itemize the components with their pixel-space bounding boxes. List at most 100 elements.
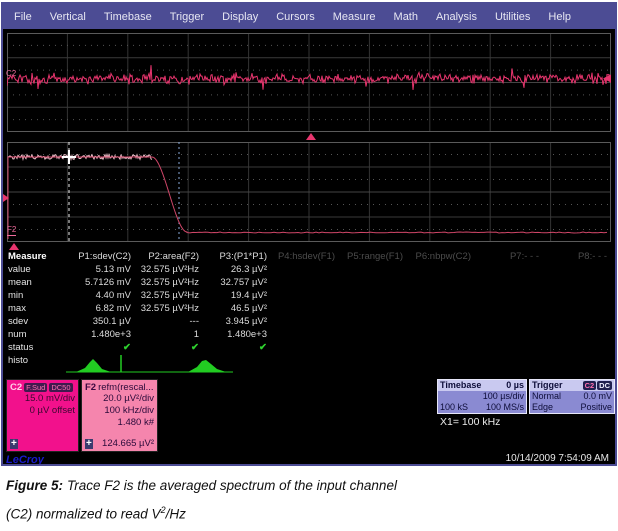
c2-mode-badge: F.Sud	[24, 383, 47, 392]
measure-value-p3: 19.4 µV²	[199, 289, 267, 302]
trigger-source-badge: C2	[583, 381, 597, 390]
measure-row-label: max	[5, 302, 63, 315]
menu-item-cursors[interactable]: Cursors	[267, 11, 324, 23]
status-check-icon	[335, 341, 403, 354]
f2-descriptor-box[interactable]: F2 refm(rescal... 20.0 µV²/div 100 kHz/d…	[81, 379, 158, 452]
c2-descriptor-box[interactable]: C2 F.Sud DC50 15.0 mV/div 0 µV offset +	[6, 379, 79, 452]
f2-trace-id: F2	[85, 382, 96, 393]
measure-value-p7	[471, 289, 539, 302]
measure-value-p8	[539, 276, 607, 289]
measure-value-p6	[403, 302, 471, 315]
menu-item-timebase[interactable]: Timebase	[95, 11, 161, 23]
menu-item-math[interactable]: Math	[385, 11, 427, 23]
f2-sweep-count: 1.480 k#	[85, 417, 154, 429]
measure-value-p4	[267, 263, 335, 276]
measure-value-p5	[335, 276, 403, 289]
measure-value-p3: 46.5 µV²	[199, 302, 267, 315]
trigger-title: Trigger	[532, 380, 563, 391]
measure-row-label: min	[5, 289, 63, 302]
trigger-coupling-badge: DC	[597, 381, 612, 390]
oscilloscope-screenshot: FileVerticalTimebaseTriggerDisplayCursor…	[1, 2, 617, 466]
f2-function-desc: refm(rescal...	[98, 382, 153, 393]
f2-level-marker-icon	[3, 194, 9, 202]
measure-value-p2: 32.575 µV²Hz	[131, 276, 199, 289]
c2-trace-svg	[7, 33, 611, 132]
trigger-time-marker-icon[interactable]	[306, 133, 316, 140]
f2-spectrum-graph[interactable]	[7, 142, 611, 242]
measure-value-p6	[403, 315, 471, 328]
c2-waveform-graph[interactable]	[7, 33, 611, 132]
measure-value-p4	[267, 315, 335, 328]
f2-cursor-readout: 124.665 µV²	[102, 438, 154, 449]
measure-value-p8	[539, 315, 607, 328]
measure-value-p2: 1	[131, 328, 199, 341]
pan-cross-icon[interactable]: +	[10, 439, 18, 449]
param-header-p3: P3:(P1*P1)	[199, 250, 267, 263]
measure-value-p5	[335, 315, 403, 328]
f2-trace-svg	[7, 142, 611, 242]
measure-row-label: sdev	[5, 315, 63, 328]
menu-item-analysis[interactable]: Analysis	[427, 11, 486, 23]
pan-cross-icon[interactable]: +	[85, 439, 93, 449]
histogram-icons	[61, 354, 311, 375]
timebase-title: Timebase	[440, 380, 481, 391]
menu-item-display[interactable]: Display	[213, 11, 267, 23]
timebase-offset: 0 µs	[506, 380, 524, 391]
measure-value-p1: 4.40 mV	[63, 289, 131, 302]
measure-value-p5	[335, 289, 403, 302]
measure-value-p7	[471, 302, 539, 315]
measure-value-p4	[267, 289, 335, 302]
param-header-p2: P2:area(F2)	[131, 250, 199, 263]
status-check-icon: ✔	[131, 341, 199, 354]
measure-row-label: value	[5, 263, 63, 276]
lecroy-logo: LeCroy	[6, 454, 44, 466]
measure-value-p5	[335, 328, 403, 341]
trigger-type: Edge	[532, 402, 553, 413]
measure-value-p8	[539, 328, 607, 341]
param-header-p1: P1:sdev(C2)	[63, 250, 131, 263]
measure-value-p2: 32.575 µV²Hz	[131, 289, 199, 302]
menu-item-trigger[interactable]: Trigger	[161, 11, 213, 23]
c2-vertical-scale: 15.0 mV/div	[10, 393, 75, 405]
cursor-x1-readout: X1= 100 kHz	[440, 416, 500, 428]
measure-value-p8	[539, 289, 607, 302]
menu-item-help[interactable]: Help	[539, 11, 580, 23]
status-check-icon	[267, 341, 335, 354]
measure-value-p8	[539, 302, 607, 315]
measure-value-p7	[471, 276, 539, 289]
measure-table: MeasureP1:sdev(C2)P2:area(F2)P3:(P1*P1)P…	[5, 250, 617, 367]
menu-item-measure[interactable]: Measure	[324, 11, 385, 23]
measure-value-p6	[403, 328, 471, 341]
param-header-p5: P5:range(F1)	[335, 250, 403, 263]
measure-value-p3: 3.945 µV²	[199, 315, 267, 328]
measure-value-p1: 6.82 mV	[63, 302, 131, 315]
document-page: FileVerticalTimebaseTriggerDisplayCursor…	[0, 0, 618, 531]
menu-item-file[interactable]: File	[5, 11, 41, 23]
f2-trace-label: F2	[7, 226, 16, 236]
measure-value-p1: 350.1 µV	[63, 315, 131, 328]
measure-value-p1: 5.7126 mV	[63, 276, 131, 289]
measure-row-label: mean	[5, 276, 63, 289]
measure-value-p4	[267, 328, 335, 341]
timebase-box[interactable]: Timebase 0 µs 100 µs/div 100 kS 100 MS/s	[437, 379, 527, 414]
status-check-icon	[471, 341, 539, 354]
c2-channel-id: C2	[10, 382, 22, 393]
timebase-samples: 100 kS	[440, 402, 468, 413]
measure-value-p3: 1.480e+3	[199, 328, 267, 341]
timebase-samplerate: 100 MS/s	[486, 402, 524, 413]
menu-item-utilities[interactable]: Utilities	[486, 11, 539, 23]
menu-item-vertical[interactable]: Vertical	[41, 11, 95, 23]
measure-value-p5	[335, 302, 403, 315]
measure-value-p3: 26.3 µV²	[199, 263, 267, 276]
trigger-slope: Positive	[580, 402, 612, 413]
measure-row-label: status	[5, 341, 63, 354]
param-header-p8: P8:- - -	[539, 250, 607, 263]
menu-bar: FileVerticalTimebaseTriggerDisplayCursor…	[3, 4, 615, 29]
measure-value-p5	[335, 263, 403, 276]
measure-value-p8	[539, 263, 607, 276]
measure-value-p6	[403, 263, 471, 276]
measure-value-p6	[403, 276, 471, 289]
measure-value-p6	[403, 289, 471, 302]
measure-value-p2: ---	[131, 315, 199, 328]
trigger-box[interactable]: Trigger C2 DC Normal 0.0 mV Edge Positiv…	[529, 379, 615, 414]
